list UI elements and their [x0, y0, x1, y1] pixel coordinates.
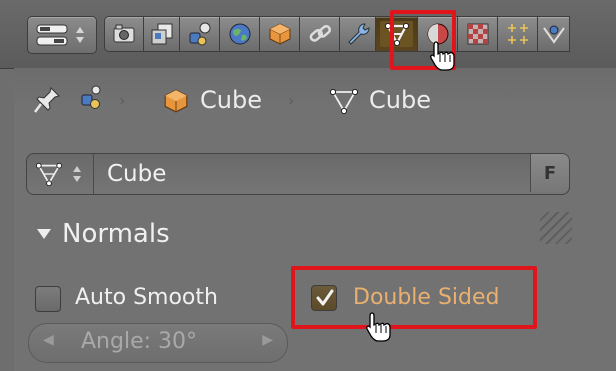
tab-scene[interactable] [180, 16, 220, 52]
mesh-datablock-selector[interactable]: Cube F [26, 153, 570, 195]
context-tabs [104, 16, 570, 52]
tab-particles[interactable] [498, 16, 538, 52]
texture-icon [466, 22, 490, 46]
increment-arrow-icon[interactable]: ▶ [262, 332, 273, 348]
mesh-name-input[interactable]: Cube [107, 161, 166, 187]
editor-type-button[interactable] [27, 16, 97, 54]
scene-icon [78, 84, 106, 112]
tab-render[interactable] [104, 16, 144, 52]
hand-cursor-icon [364, 311, 394, 343]
normals-panel-title[interactable]: Normals [62, 219, 170, 249]
double-sided-highlight [291, 266, 537, 329]
tab-render-layers[interactable] [144, 16, 180, 52]
panel-drag-grip[interactable] [540, 212, 572, 244]
tab-world[interactable] [220, 16, 260, 52]
constraints-icon [307, 21, 333, 47]
tab-constraints[interactable] [300, 16, 340, 52]
physics-icon [542, 22, 566, 46]
editor-type-icon [36, 24, 68, 46]
breadcrumb-object-name: Cube [200, 86, 262, 114]
fake-user-button[interactable]: F [530, 154, 569, 192]
tab-physics[interactable] [538, 16, 570, 52]
tab-object[interactable] [260, 16, 300, 52]
mesh-data-icon [329, 87, 359, 115]
breadcrumb-separator: › [288, 91, 295, 110]
chevron-updown-icon [75, 25, 85, 45]
modifiers-icon [345, 21, 371, 47]
world-icon [227, 21, 253, 47]
pin-icon[interactable] [33, 86, 61, 114]
breadcrumb-mesh-name: Cube [369, 86, 431, 114]
angle-value: Angle: 30° [81, 329, 198, 354]
render-layers-icon [150, 22, 174, 46]
object-icon [268, 22, 292, 46]
decrement-arrow-icon[interactable]: ◀ [43, 332, 54, 348]
angle-slider[interactable]: ◀ Angle: 30° ▶ [28, 323, 288, 363]
object-icon [163, 88, 189, 114]
auto-smooth-checkbox[interactable] [35, 286, 61, 312]
tab-modifiers[interactable] [340, 16, 376, 52]
particles-icon [505, 21, 531, 47]
tab-texture[interactable] [458, 16, 498, 52]
mesh-browse-button[interactable] [27, 154, 94, 194]
scene-icon [187, 21, 213, 47]
mesh-data-icon [35, 161, 63, 187]
auto-smooth-label[interactable]: Auto Smooth [75, 285, 218, 310]
hand-cursor-icon [428, 40, 458, 72]
breadcrumb-separator: › [119, 91, 126, 110]
collapse-triangle-icon[interactable] [37, 229, 51, 239]
chevron-updown-icon [72, 164, 82, 184]
render-icon [112, 23, 136, 45]
